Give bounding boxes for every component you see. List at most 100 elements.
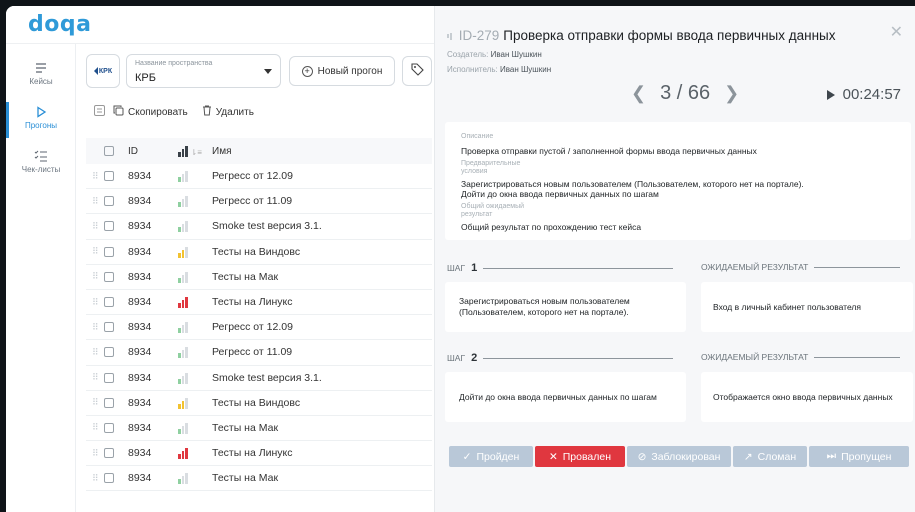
row-id: 8934 (128, 396, 152, 409)
table-row[interactable]: ⠿ 8934 Smoke test версия 3.1. (86, 214, 432, 240)
drag-handle-icon[interactable]: ⠿ (92, 347, 104, 358)
drag-handle-icon[interactable]: ⠿ (92, 372, 104, 383)
prev-case-icon[interactable]: ❮ (631, 83, 646, 104)
copy-icon (113, 105, 124, 119)
drag-handle-icon[interactable]: ⠿ (92, 271, 104, 282)
broken-icon: ↗ (743, 450, 753, 463)
drag-handle-icon[interactable]: ⠿ (92, 196, 104, 207)
row-id: 8934 (128, 170, 152, 183)
trash-icon (202, 105, 212, 119)
timer-value: 00:24:57 (842, 86, 901, 103)
header-id[interactable]: ID (128, 146, 178, 157)
row-checkbox[interactable] (104, 347, 128, 358)
cross-icon: ✕ (548, 450, 558, 463)
row-name: Тесты на Мак (212, 472, 279, 485)
check-icon: ✓ (462, 450, 472, 463)
preconditions-text: Зарегистрироваться новым пользователем (… (461, 179, 804, 189)
table-row[interactable]: ⠿ 8934 Тесты на Мак (86, 416, 432, 442)
row-checkbox[interactable] (104, 422, 128, 433)
creator-label: Создатель: (447, 50, 489, 59)
row-checkbox[interactable] (104, 246, 128, 257)
step-number: 2 (471, 352, 478, 364)
checklist-icon (34, 150, 48, 162)
space-logo-icon (93, 67, 98, 75)
next-case-icon[interactable]: ❯ (724, 83, 739, 104)
row-name: Тесты на Линукс (212, 296, 293, 309)
failed-button[interactable]: ✕ Провален (535, 446, 625, 467)
table-row[interactable]: ⠿ 8934 Тесты на Мак (86, 466, 432, 492)
drag-handle-icon[interactable]: ⠿ (92, 297, 104, 308)
header-name[interactable]: Имя (212, 146, 432, 157)
delete-button[interactable]: Удалить (202, 105, 254, 119)
row-checkbox[interactable] (104, 171, 128, 182)
table-row[interactable]: ⠿ 8934 Тесты на Мак (86, 265, 432, 290)
description-text: Проверка отправки пустой / заполненной ф… (461, 146, 757, 156)
table-row[interactable]: ⠿ 8934 Тесты на Линукс (86, 290, 432, 316)
row-checkbox[interactable] (104, 221, 128, 232)
left-nav: Кейсы Прогоны Чек-листы (6, 44, 76, 512)
runs-table: ⠿ ID ⇂≡ Имя ⠿ 8934 Регресс от 12.09 ⠿ 8934 Ре… (86, 138, 432, 492)
preconditions-label-2: условия (461, 168, 488, 175)
row-checkbox[interactable] (104, 322, 128, 333)
nav-item-checklists[interactable]: Чек-листы (6, 150, 76, 190)
step-2-action[interactable]: Дойти до окна ввода первичных данных по … (445, 372, 686, 422)
drag-handle-icon[interactable]: ⠿ (92, 448, 104, 459)
priority-icon (178, 372, 212, 384)
space-avatar[interactable]: КРК (86, 54, 120, 88)
table-row[interactable]: ⠿ 8934 Регресс от 12.09 (86, 164, 432, 190)
select-all-icon[interactable] (94, 105, 105, 119)
plus-icon: + (301, 65, 313, 77)
table-row[interactable]: ⠿ 8934 Тесты на Виндовс (86, 391, 432, 416)
row-checkbox[interactable] (104, 271, 128, 282)
table-row[interactable]: ⠿ 8934 Тесты на Виндовс (86, 240, 432, 265)
table-row[interactable]: ⠿ 8934 Smoke test версия 3.1. (86, 366, 432, 391)
priority-icon (178, 220, 212, 233)
step-2-result: Отображается окно ввода первичных данных (701, 372, 913, 422)
play-icon (34, 106, 48, 118)
tag-button[interactable] (402, 56, 432, 86)
drag-handle-icon[interactable]: ⠿ (92, 473, 104, 484)
space-badge: КРК (98, 67, 113, 75)
table-body: ⠿ 8934 Регресс от 12.09 ⠿ 8934 Регресс от 11.… (86, 164, 432, 492)
row-checkbox[interactable] (104, 297, 128, 308)
pager-counter: 3 / 66 (660, 82, 711, 104)
row-id: 8934 (128, 346, 152, 359)
step-1-result-header: ОЖИДАЕМЫЙ РЕЗУЛЬТАТ (701, 262, 901, 272)
table-row[interactable]: ⠿ 8934 Тесты на Линукс (86, 441, 432, 467)
row-name: Тесты на Мак (212, 421, 279, 434)
drag-handle-icon[interactable]: ⠿ (92, 322, 104, 333)
drag-handle-icon[interactable]: ⠿ (92, 171, 104, 182)
nav-item-runs[interactable]: Прогоны (6, 106, 76, 146)
select-all-checkbox[interactable] (104, 146, 128, 156)
table-row[interactable]: ⠿ 8934 Регресс от 11.09 (86, 189, 432, 215)
step-1-action[interactable]: Зарегистрироваться новым пользователем (… (445, 282, 686, 332)
new-run-label: Новый прогон (317, 65, 383, 77)
copy-button[interactable]: Скопировать (113, 105, 188, 119)
passed-button[interactable]: ✓ Пройден (449, 446, 533, 467)
drag-handle-icon[interactable]: ⠿ (92, 397, 104, 408)
nav-item-cases[interactable]: Кейсы (6, 62, 76, 102)
step-label: ШАГ (447, 263, 466, 273)
row-checkbox[interactable] (104, 196, 128, 207)
broken-button[interactable]: ↗ Сломан (733, 446, 807, 467)
priority-icon (178, 296, 212, 309)
close-icon[interactable]: ✕ (890, 22, 903, 42)
space-select[interactable]: Название пространства КРБ (126, 54, 281, 88)
new-run-button[interactable]: + Новый прогон (289, 56, 395, 86)
blocked-icon: ⊘ (637, 450, 647, 463)
timer[interactable]: 00:24:57 (826, 86, 901, 103)
header-priority[interactable]: ⇂≡ (178, 145, 212, 157)
description-card: Описание Проверка отправки пустой / запо… (445, 122, 911, 240)
table-row[interactable]: ⠿ 8934 Регресс от 11.09 (86, 340, 432, 366)
skipped-button[interactable]: ⏭ Пропущен (809, 446, 909, 467)
row-checkbox[interactable] (104, 473, 128, 484)
row-checkbox[interactable] (104, 448, 128, 459)
drag-handle-icon[interactable]: ⠿ (92, 246, 104, 257)
drag-handle-icon[interactable]: ⠿ (92, 221, 104, 232)
drag-handle-icon[interactable]: ⠿ (92, 422, 104, 433)
bulk-actions: Скопировать Удалить (94, 104, 254, 120)
blocked-button[interactable]: ⊘ Заблокирован (627, 446, 731, 467)
row-checkbox[interactable] (104, 372, 128, 383)
row-checkbox[interactable] (104, 397, 128, 408)
table-row[interactable]: ⠿ 8934 Регресс от 12.09 (86, 315, 432, 341)
